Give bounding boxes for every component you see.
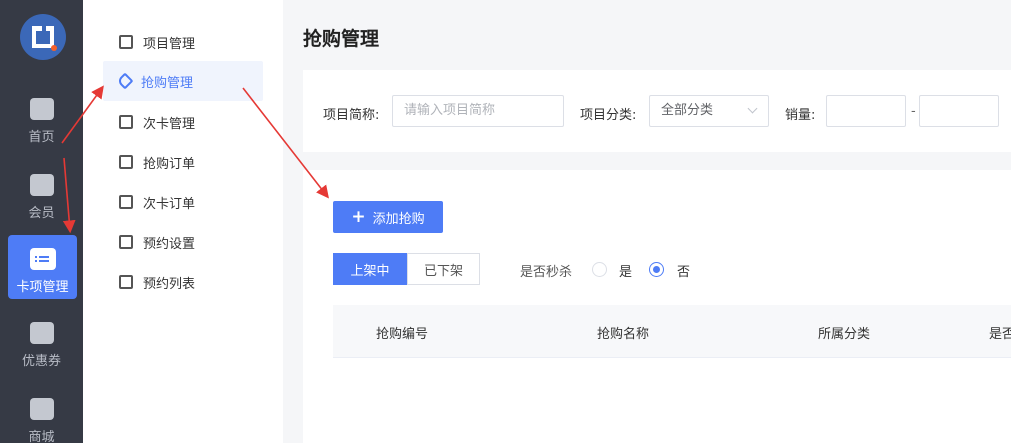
- subnav-label: 次卡管理: [143, 116, 196, 132]
- hand-icon: [119, 235, 133, 249]
- subnav-label: 次卡订单: [143, 196, 196, 212]
- nav-coupon-label: 优惠券: [21, 354, 61, 369]
- nav-home[interactable]: 首页: [0, 98, 83, 145]
- category-label: 项目分类:: [580, 108, 637, 123]
- subnav-punch-card-management[interactable]: 次卡管理: [103, 102, 263, 142]
- add-flash-sale-button[interactable]: + 添加抢购: [333, 201, 443, 233]
- nav-coupon[interactable]: 优惠券: [0, 322, 83, 369]
- nav-mall[interactable]: 商城: [0, 398, 83, 443]
- sub-nav: 项目管理 抢购管理 次卡管理 抢购订单 次卡订单 预约设置 预约列表: [83, 0, 283, 443]
- schedule-list-icon: [119, 275, 133, 289]
- subnav-project-management[interactable]: 项目管理: [103, 22, 263, 62]
- nav-mall-label: 商城: [28, 430, 55, 443]
- subnav-label: 预约列表: [143, 276, 196, 292]
- filter-panel: 项目简称: 请输入项目简称 项目分类: 全部分类 销量: -: [303, 70, 1011, 152]
- radio-yes[interactable]: [592, 262, 607, 277]
- subnav-label: 抢购管理: [141, 75, 194, 91]
- add-flash-sale-button-label: 添加抢购: [372, 211, 425, 227]
- subnav-flash-sale-management[interactable]: 抢购管理: [103, 61, 263, 101]
- nav-home-label: 首页: [28, 130, 55, 145]
- category-select-value: 全部分类: [661, 103, 714, 118]
- tag-icon: [116, 72, 134, 90]
- radio-yes-label[interactable]: 是: [619, 261, 632, 280]
- project-name-label: 项目简称:: [323, 108, 380, 123]
- subnav-label: 预约设置: [143, 236, 196, 252]
- sales-range-separator: -: [911, 104, 916, 119]
- table-header: 抢购编号 抢购名称 所属分类 是否: [333, 305, 1011, 358]
- subnav-label: 项目管理: [143, 36, 196, 52]
- sales-max-input[interactable]: [919, 95, 999, 127]
- radio-no[interactable]: [649, 262, 664, 277]
- column-header-category: 所属分类: [818, 327, 871, 342]
- logo-dot: [51, 45, 57, 51]
- category-select[interactable]: 全部分类: [649, 95, 769, 127]
- radio-no-label[interactable]: 否: [677, 261, 690, 280]
- tab-off-shelf[interactable]: 已下架: [407, 253, 480, 285]
- tab-on-shelf[interactable]: 上架中: [333, 253, 407, 285]
- main-nav-rail: 首页 会员 卡项管理 优惠券 商城: [0, 0, 83, 443]
- main-content: 抢购管理 项目简称: 请输入项目简称 项目分类: 全部分类 销量: - + 添加…: [283, 0, 1011, 443]
- logo-mark: [32, 26, 54, 48]
- column-header-name: 抢购名称: [597, 327, 650, 342]
- subnav-punch-card-orders[interactable]: 次卡订单: [103, 182, 263, 222]
- subnav-booking-list[interactable]: 预约列表: [103, 262, 263, 302]
- card-order-icon: [119, 195, 133, 209]
- column-header-is-flash: 是否: [989, 327, 1011, 342]
- page-title: 抢购管理: [303, 28, 380, 50]
- order-list-icon: [119, 155, 133, 169]
- card-icon: [119, 115, 133, 129]
- member-card-icon: [29, 174, 54, 196]
- bookmark-icon: [119, 35, 133, 49]
- plus-icon: +: [351, 207, 366, 227]
- wallet-icon: [29, 322, 54, 344]
- app-logo[interactable]: [20, 14, 66, 60]
- subnav-label: 抢购订单: [143, 156, 196, 172]
- nav-card-management[interactable]: 卡项管理: [8, 235, 77, 299]
- nav-card-management-label: 卡项管理: [16, 280, 69, 295]
- project-name-input[interactable]: 请输入项目简称: [392, 95, 564, 127]
- flash-sale-filter-label: 是否秒杀: [520, 265, 573, 280]
- sales-label: 销量:: [785, 108, 816, 123]
- list-panel: + 添加抢购 上架中 已下架 是否秒杀 是 否 抢购编号 抢购名称 所属分类 是…: [303, 170, 1011, 443]
- nav-member-label: 会员: [28, 206, 55, 221]
- shopping-bag-icon: [29, 398, 54, 420]
- sales-min-input[interactable]: [826, 95, 906, 127]
- home-icon: [29, 98, 54, 120]
- subnav-flash-sale-orders[interactable]: 抢购订单: [103, 142, 263, 182]
- column-header-id: 抢购编号: [376, 327, 429, 342]
- subnav-booking-settings[interactable]: 预约设置: [103, 222, 263, 262]
- card-folder-icon: [29, 248, 56, 270]
- nav-member[interactable]: 会员: [0, 174, 83, 221]
- chevron-down-icon: [747, 103, 758, 114]
